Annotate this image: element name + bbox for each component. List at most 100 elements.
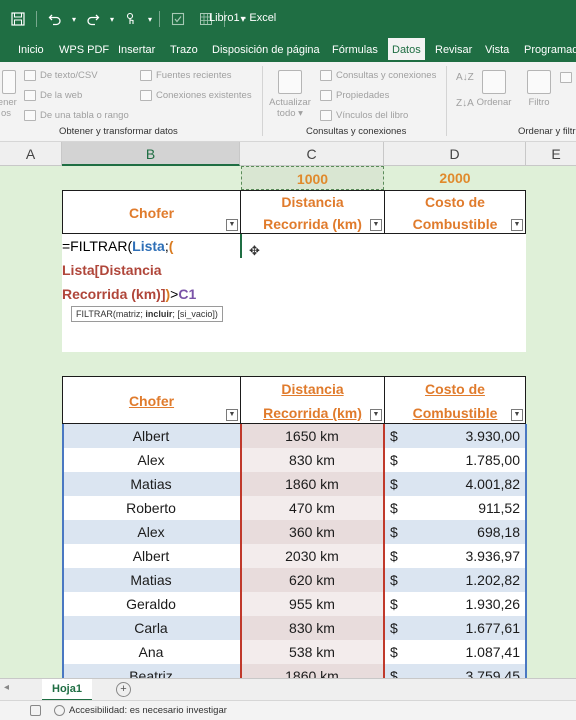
criteria-header-chofer[interactable]: Chofer ▼ [62,190,241,234]
cell-distancia[interactable]: 1650 km [240,424,384,448]
redo-icon[interactable] [79,5,107,33]
table-row[interactable]: Ana 538 km $1.087,41 [62,640,526,664]
table-row[interactable]: Roberto 470 km $911,52 [62,496,526,520]
cell-costo[interactable]: $3.936,97 [384,544,526,568]
tab-insertar[interactable]: Insertar [118,38,155,62]
clear-filter-icon[interactable] [560,72,572,83]
actualizar-todo-button[interactable]: Actualizar todo ▾ [266,70,314,119]
cell-chofer[interactable]: Albert [62,544,240,568]
cell-chofer[interactable]: Alex [62,520,240,544]
criteria-header-costo[interactable]: Costo de Combustible ▼ [384,190,526,234]
cell-costo[interactable]: $698,18 [384,520,526,544]
cell-distancia[interactable]: 1860 km [240,664,384,678]
cell-distancia[interactable]: 1860 km [240,472,384,496]
filter-dropdown-icon[interactable]: ▼ [370,409,382,421]
criteria-header-distancia[interactable]: Distancia Recorrida (km) ▼ [240,190,385,234]
checkbox-icon[interactable] [164,5,192,33]
table-row[interactable]: Matias 620 km $1.202,82 [62,568,526,592]
tab-programador[interactable]: Programad [524,38,576,62]
ordenar-button[interactable]: Ordenar [474,70,514,108]
column-header-c[interactable]: C [240,142,384,166]
de-tabla-button[interactable]: De una tabla o rango [24,110,129,121]
cell-chofer[interactable]: Geraldo [62,592,240,616]
cell-d1[interactable]: 2000 [384,166,526,190]
de-la-web-button[interactable]: De la web [24,90,82,101]
cell-distancia[interactable]: 2030 km [240,544,384,568]
cell-chofer[interactable]: Matias [62,568,240,592]
column-header-b[interactable]: B [62,142,240,166]
table-header-chofer[interactable]: Chofer ▼ [62,376,241,424]
table-row[interactable]: Carla 830 km $1.677,61 [62,616,526,640]
fuentes-recientes-button[interactable]: Fuentes recientes [140,70,232,81]
column-header-d[interactable]: D [384,142,526,166]
table-row[interactable]: Alex 830 km $1.785,00 [62,448,526,472]
sort-az-icon[interactable]: A↓Z [456,72,474,83]
cell-costo[interactable]: $1.930,26 [384,592,526,616]
cell-chofer[interactable]: Matias [62,472,240,496]
cell-chofer[interactable]: Alex [62,448,240,472]
vinculos-button[interactable]: Vínculos del libro [320,110,408,121]
cell-costo[interactable]: $911,52 [384,496,526,520]
cell-distancia[interactable]: 538 km [240,640,384,664]
cell-formula-editor[interactable]: =FILTRAR(Lista;( Lista[Distancia Recorri… [62,234,242,306]
table-row[interactable]: Alex 360 km $698,18 [62,520,526,544]
tab-trazo[interactable]: Trazo [170,38,198,62]
table-row[interactable]: Albert 2030 km $3.936,97 [62,544,526,568]
cell-distancia[interactable]: 830 km [240,616,384,640]
chevron-left-icon[interactable]: ◂ [4,682,9,693]
filter-dropdown-icon[interactable]: ▼ [226,219,238,231]
cell-costo[interactable]: $1.785,00 [384,448,526,472]
conexiones-existentes-button[interactable]: Conexiones existentes [140,90,252,101]
table-row[interactable]: Matias 1860 km $4.001,82 [62,472,526,496]
tab-formulas[interactable]: Fórmulas [332,38,378,62]
cell-distancia[interactable]: 470 km [240,496,384,520]
cell-costo[interactable]: $1.677,61 [384,616,526,640]
cell-costo[interactable]: $1.087,41 [384,640,526,664]
cell-chofer[interactable]: Albert [62,424,240,448]
chevron-down-icon[interactable]: ▾ [107,5,117,33]
table-header-distancia[interactable]: Distancia Recorrida (km) ▼ [240,376,385,424]
cell-chofer[interactable]: Carla [62,616,240,640]
macro-record-icon[interactable] [30,705,41,716]
cell-distancia[interactable]: 360 km [240,520,384,544]
filtro-button[interactable]: Filtro [522,70,556,108]
tab-vista[interactable]: Vista [485,38,509,62]
table-row[interactable]: Geraldo 955 km $1.930,26 [62,592,526,616]
cell-distancia[interactable]: 955 km [240,592,384,616]
column-header-e[interactable]: E [526,142,576,166]
cell-costo[interactable]: $1.202,82 [384,568,526,592]
tab-datos[interactable]: Datos [388,38,425,62]
cell-distancia[interactable]: 830 km [240,448,384,472]
chevron-down-icon[interactable]: ▾ [145,5,155,33]
tab-revisar[interactable]: Revisar [435,38,472,62]
obtener-datos-button[interactable]: tener os [0,70,18,119]
accessibility-status[interactable]: Accesibilidad: es necesario investigar [69,705,227,716]
undo-icon[interactable] [41,5,69,33]
touch-mode-icon[interactable] [117,5,145,33]
filter-dropdown-icon[interactable]: ▼ [511,409,523,421]
cell-costo[interactable]: $3.759,45 [384,664,526,678]
worksheet-grid[interactable]: 1000 2000 Chofer ▼ Distancia Recorrida (… [0,166,576,678]
filter-dropdown-icon[interactable]: ▼ [226,409,238,421]
cell-distancia[interactable]: 620 km [240,568,384,592]
cell-c1[interactable]: 1000 [241,166,384,190]
tab-disposicion[interactable]: Disposición de página [212,38,320,62]
accessibility-icon[interactable] [54,705,65,716]
table-row[interactable]: Albert 1650 km $3.930,00 [62,424,526,448]
tab-inicio[interactable]: Inicio [18,38,44,62]
chevron-down-icon[interactable]: ▾ [69,5,79,33]
tab-wps-pdf[interactable]: WPS PDF [59,38,109,62]
cell-chofer[interactable]: Roberto [62,496,240,520]
cell-costo[interactable]: $4.001,82 [384,472,526,496]
cell-chofer[interactable]: Beatriz [62,664,240,678]
consultas-conexiones-button[interactable]: Consultas y conexiones [320,70,436,81]
table-header-costo[interactable]: Costo de Combustible ▼ [384,376,526,424]
column-header-a[interactable]: A [0,142,62,166]
add-sheet-icon[interactable]: + [116,682,131,697]
filter-dropdown-icon[interactable]: ▼ [370,219,382,231]
cell-costo[interactable]: $3.930,00 [384,424,526,448]
propiedades-button[interactable]: Propiedades [320,90,389,101]
cell-chofer[interactable]: Ana [62,640,240,664]
filter-dropdown-icon[interactable]: ▼ [511,219,523,231]
sheet-tab-hoja1[interactable]: Hoja1 [42,679,92,701]
